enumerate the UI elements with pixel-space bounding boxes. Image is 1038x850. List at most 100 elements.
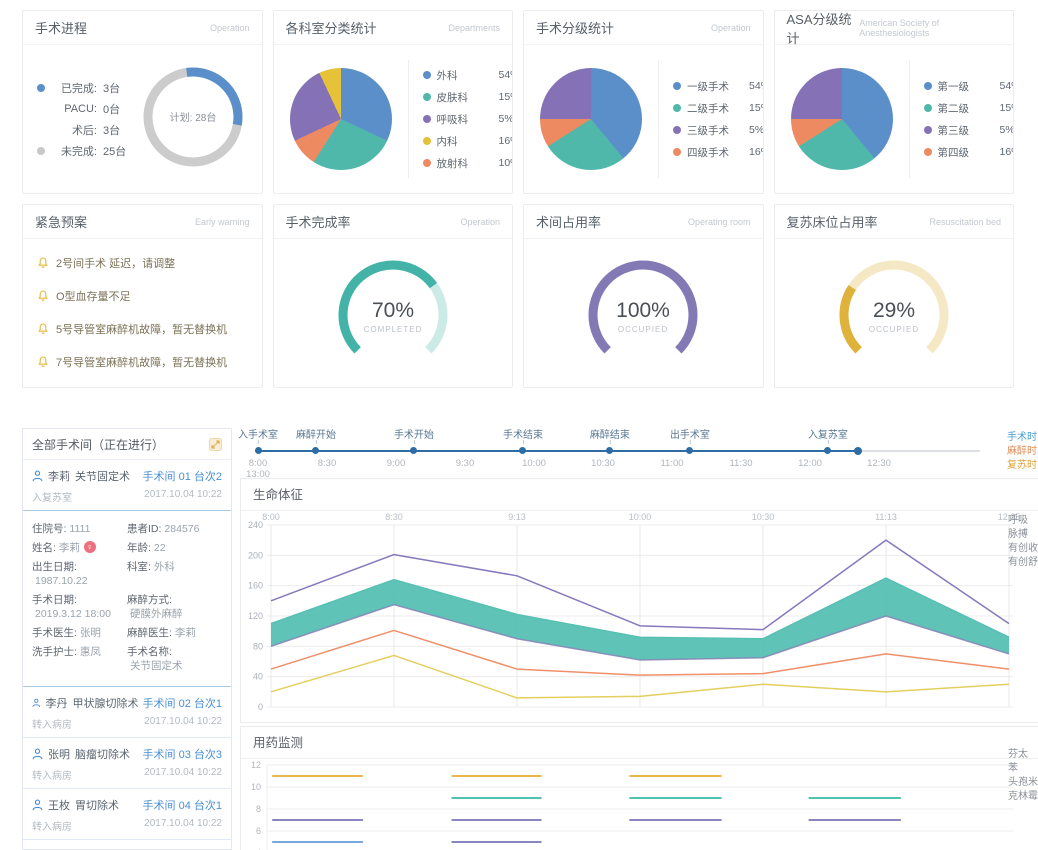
legend-item: 术后:3台 bbox=[37, 122, 126, 138]
card-completion-rate: 手术完成率 Operation 70%COMPLETED bbox=[273, 204, 514, 388]
person-icon bbox=[32, 748, 43, 760]
legend-value: 25台 bbox=[103, 143, 126, 159]
detail-value: 关节固定术 bbox=[130, 659, 183, 673]
expand-icon[interactable] bbox=[209, 438, 222, 451]
warning-item: B型血存量不足 bbox=[37, 387, 248, 388]
legend-value: 3台 bbox=[103, 80, 120, 96]
card-title: 紧急预案 bbox=[35, 212, 87, 231]
svg-text:10:00: 10:00 bbox=[629, 512, 652, 522]
legend-value: 10% bbox=[499, 157, 514, 169]
surgery-list-item[interactable]: 王枚胃切除术手术间 04 台次1转入病房2017.10.04 10:22 bbox=[23, 789, 231, 840]
card-departments: 各科室分类统计 Departments 外科54%皮肤科15%呼吸科5%内科16… bbox=[273, 10, 514, 194]
item-sub-row: 转入病房2017.10.04 10:22 bbox=[32, 716, 222, 731]
female-badge: ♀ bbox=[84, 541, 96, 553]
entry-time: 2017.10.04 10:22 bbox=[144, 818, 222, 833]
completion-gauge-chart: 70%COMPLETED bbox=[274, 239, 513, 387]
timeline-milestone-dot bbox=[410, 447, 417, 454]
procedure-name: 胃切除术 bbox=[75, 797, 119, 813]
detail-label: 手术名称: bbox=[127, 645, 172, 659]
vitals-clipped-legend: 呼吸脉搏有创收有创舒 bbox=[1008, 514, 1038, 570]
vitals-panel: 生命体征 240200160120804008:008:309:1310:001… bbox=[240, 478, 1038, 723]
divider bbox=[408, 60, 409, 178]
legend-label: 外科 bbox=[437, 68, 493, 83]
patient-detail-row: 姓名:李莉♀年龄:22 bbox=[32, 541, 222, 555]
patient-name: 张明 bbox=[48, 746, 70, 762]
vitals-line-chart: 240200160120804008:008:309:1310:0010:301… bbox=[241, 511, 1038, 722]
room-session-link[interactable]: 手术间 01 台次2 bbox=[143, 468, 222, 484]
timeline-time-tick: 8:30 bbox=[305, 458, 349, 469]
legend-label: 皮肤科 bbox=[437, 90, 493, 105]
svg-text:10: 10 bbox=[251, 782, 261, 792]
timeline-milestone-dot bbox=[312, 447, 319, 454]
patient-detail-row: 手术日期:2019.3.12 18:00麻醉方式:硬膜外麻醉 bbox=[32, 593, 222, 621]
patient-detail-row: 手术医生:张明麻醉医生:李莉 bbox=[32, 626, 222, 640]
clipped-duration-label: 手术时 bbox=[1007, 431, 1037, 445]
clipped-legend-label: 有创舒 bbox=[1008, 556, 1038, 570]
entry-time: 2017.10.04 10:22 bbox=[144, 489, 222, 504]
room-session-link[interactable]: 手术间 04 台次1 bbox=[143, 797, 222, 813]
timeline-milestone-dot bbox=[686, 447, 693, 454]
surgery-list-item[interactable]: 何北门腔静脉吻合术手术间 05 台次1转入病房2017.10.04 10:22 bbox=[23, 840, 231, 850]
grades-legend: 一级手术54%二级手术15%三级手术5%四级手术16% bbox=[673, 72, 764, 167]
room-session-link[interactable]: 手术间 02 台次1 bbox=[143, 695, 222, 711]
patient-status: 转入病房 bbox=[32, 767, 72, 782]
clipped-duration-label: 麻醉时 bbox=[1007, 445, 1037, 459]
medication-panel: 用药监测 1210864 bbox=[240, 726, 1038, 850]
legend-dot bbox=[423, 71, 431, 79]
legend-label: 第一级 bbox=[938, 79, 994, 94]
procedure-name: 脑瘤切除术 bbox=[75, 746, 130, 762]
timeline-milestone-dot bbox=[255, 447, 262, 454]
legend-value: 54% bbox=[499, 69, 514, 81]
detail-label: 洗手护士: bbox=[32, 645, 77, 673]
warning-text: 7号导管室麻醉机故障，暂无替换机 bbox=[56, 354, 227, 370]
timeline-tick-mark bbox=[523, 440, 524, 444]
patient-detail-block: 住院号:1111患者ID:284576姓名:李莉♀年龄:22出生日期:1987.… bbox=[23, 510, 231, 687]
detail-value: 张明 bbox=[80, 626, 101, 640]
detail-value: 1111 bbox=[69, 522, 90, 536]
timeline-milestone-label: 入复苏室 bbox=[796, 426, 860, 441]
bed-occupancy-gauge-chart: 29%OCCUPIED bbox=[775, 239, 1014, 387]
legend-value: 0台 bbox=[103, 101, 120, 117]
detail-label: 麻醉医生: bbox=[127, 626, 172, 640]
medication-svg: 1210864 bbox=[241, 759, 1031, 850]
legend-item: 未完成: 25台 bbox=[37, 143, 126, 159]
surgery-list-item[interactable]: 李丹甲状腺切除术手术间 02 台次1转入病房2017.10.04 10:22 bbox=[23, 687, 231, 738]
card-title: 手术分级统计 bbox=[536, 18, 614, 37]
room-session-link[interactable]: 手术间 03 台次3 bbox=[143, 746, 222, 762]
legend-dot bbox=[924, 82, 932, 90]
timeline-milestone-label: 麻醉开始 bbox=[284, 426, 348, 441]
svg-text:8:30: 8:30 bbox=[385, 512, 403, 522]
card-subtitle: American Society of Anesthesiologists bbox=[859, 18, 1001, 38]
timeline-tick-mark bbox=[316, 440, 317, 444]
svg-text:6: 6 bbox=[256, 826, 261, 836]
svg-text:240: 240 bbox=[248, 520, 263, 530]
detail-value: 1987.10.22 bbox=[35, 574, 88, 588]
surgery-list-item[interactable]: 张明脑瘤切除术手术间 03 台次3转入病房2017.10.04 10:22 bbox=[23, 738, 231, 789]
legend-label: 一级手术 bbox=[687, 79, 743, 94]
legend-label: 未完成: bbox=[51, 143, 97, 159]
card-subtitle: Early warning bbox=[195, 217, 250, 227]
legend-item: 二级手术15% bbox=[673, 101, 764, 116]
gauge-svg: 29%OCCUPIED bbox=[819, 249, 969, 377]
alert-bell-icon bbox=[37, 290, 49, 302]
surgery-list-item[interactable]: 李莉关节固定术手术间 01 台次2入复苏室2017.10.04 10:22 bbox=[23, 460, 231, 511]
legend-value: 5% bbox=[749, 124, 764, 136]
legend-label: 第四级 bbox=[938, 145, 994, 160]
medication-segment-chart: 1210864 bbox=[241, 759, 1038, 850]
legend-dot bbox=[423, 115, 431, 123]
svg-text:29%: 29% bbox=[873, 299, 915, 322]
legend-label: 内科 bbox=[437, 134, 493, 149]
clipped-legend-label: 芬太 bbox=[1008, 748, 1038, 762]
procedure-name: 关节固定术 bbox=[75, 468, 130, 484]
card-title: 各科室分类统计 bbox=[286, 18, 377, 37]
svg-text:9:13: 9:13 bbox=[508, 512, 526, 522]
timeline-time-tick: 9:00 bbox=[374, 458, 418, 469]
legend-dot bbox=[37, 84, 45, 92]
card-title: ASA分级统计 bbox=[787, 10, 860, 47]
departments-pie-chart bbox=[290, 68, 392, 170]
legend-item: PACU:0台 bbox=[37, 101, 126, 117]
legend-dot bbox=[924, 104, 932, 112]
detail-value: 李莉 bbox=[175, 626, 196, 640]
card-subtitle: Operating room bbox=[688, 217, 751, 227]
legend-value: 16% bbox=[1000, 146, 1015, 158]
